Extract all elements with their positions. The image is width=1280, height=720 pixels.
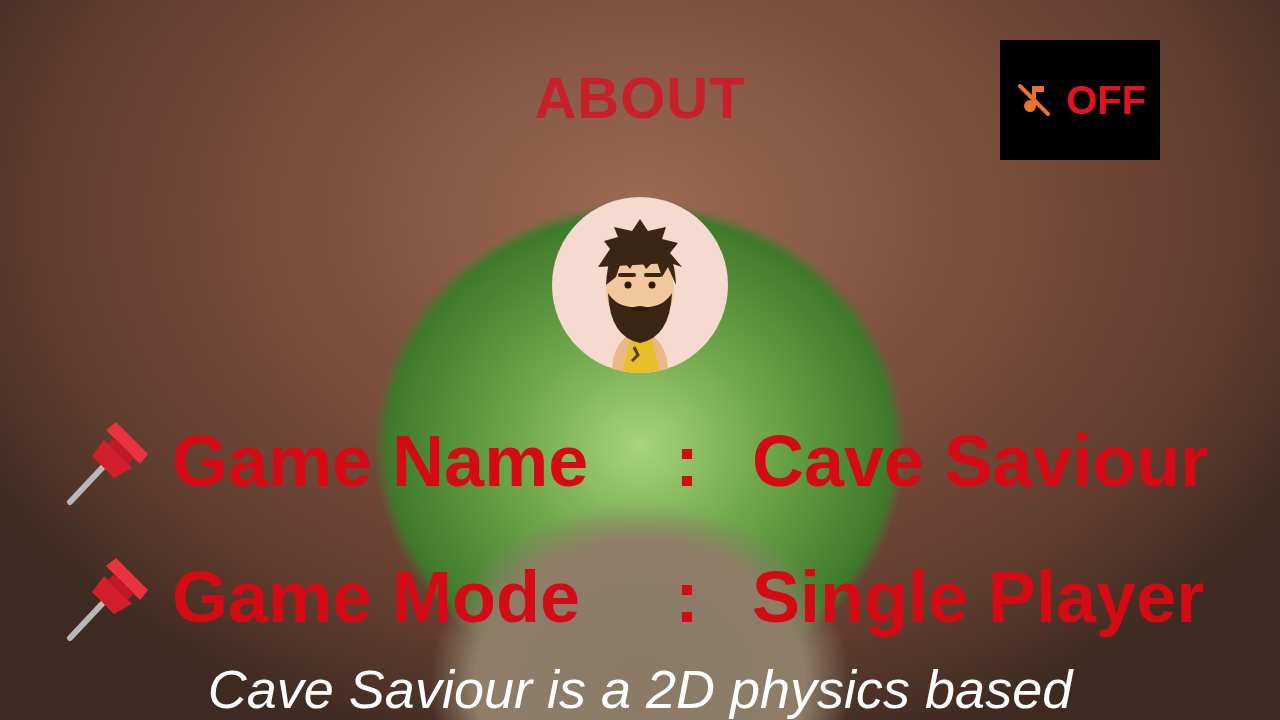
header: ABOUT OFF: [0, 0, 1280, 160]
player-avatar: [552, 197, 728, 373]
info-value: Single Player: [752, 543, 1208, 651]
pushpin-icon: [62, 552, 152, 642]
pushpin-icon: [62, 416, 152, 506]
info-separator: :: [622, 543, 752, 651]
page-title: ABOUT: [534, 66, 745, 130]
caveman-icon: [552, 197, 728, 373]
music-off-icon: [1014, 80, 1054, 120]
info-list: Game Name:Cave Saviour Game Mode:Single P…: [62, 407, 1208, 651]
info-label: Game Name: [172, 407, 622, 515]
game-description: Cave Saviour is a 2D physics based: [208, 657, 1072, 720]
info-label: Game Mode: [172, 543, 622, 651]
info-separator: :: [622, 407, 752, 515]
sound-toggle-button[interactable]: OFF: [1000, 40, 1160, 160]
sound-label: OFF: [1066, 70, 1146, 130]
info-value: Cave Saviour: [752, 407, 1208, 515]
about-screen: ABOUT OFF Game Name:Cave Saviour Game Mode:…: [0, 0, 1280, 720]
